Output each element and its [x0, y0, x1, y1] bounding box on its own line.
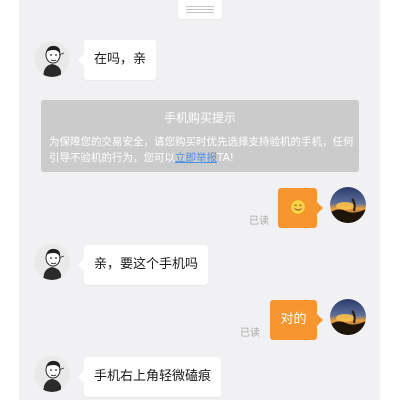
drag-handle-icon[interactable] — [178, 0, 222, 19]
notice-body: 为保障您的交易安全，请您购买时优先选择支持验机的手机，任何引导不验机的行为，您可… — [49, 136, 354, 164]
seller-avatar[interactable] — [34, 41, 70, 77]
message-bubble-incoming[interactable]: 亲，要这个手机吗 — [77, 245, 209, 285]
message-bubble-incoming[interactable]: 手机右上角轻微磕痕 — [77, 357, 222, 397]
buyer-avatar[interactable] — [330, 187, 366, 223]
chat-area[interactable] — [19, 0, 380, 400]
smile-emoji — [289, 198, 306, 215]
read-receipt: 已读 — [249, 216, 269, 227]
read-receipt: 已读 — [240, 328, 260, 339]
seller-avatar[interactable] — [34, 356, 70, 392]
chat-screen: 在吗，亲 手机购买提示 为保障您的交易安全，请您购买时优先选择支持验机的手机，任… — [0, 0, 400, 400]
message-bubble-incoming[interactable]: 在吗，亲 — [77, 40, 157, 80]
message-bubble-outgoing[interactable] — [278, 188, 323, 228]
message-bubble-outgoing[interactable]: 对的 — [270, 300, 323, 340]
report-link[interactable]: 立即举报 — [175, 152, 217, 164]
purchase-notice-card: 手机购买提示 为保障您的交易安全，请您购买时优先选择支持验机的手机，任何引导不验… — [41, 100, 359, 172]
buyer-avatar[interactable] — [330, 299, 366, 335]
seller-avatar[interactable] — [34, 244, 70, 280]
notice-title: 手机购买提示 — [163, 111, 236, 125]
